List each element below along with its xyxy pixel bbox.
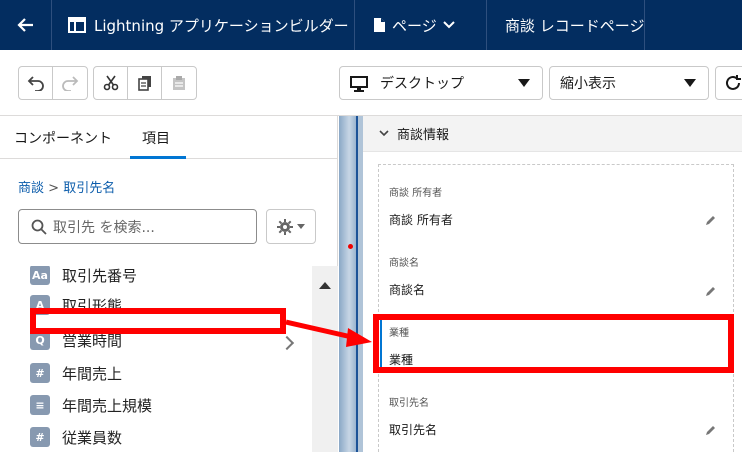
clipboard-icon bbox=[173, 76, 185, 90]
drop-marker bbox=[348, 244, 353, 249]
device-select[interactable]: デスクトップ bbox=[339, 66, 543, 100]
device-select-caret-icon bbox=[518, 79, 530, 87]
record-page-title-area: 商談 レコードページ bbox=[487, 0, 646, 50]
record-field-owner[interactable]: 商談 所有者 商談 所有者 bbox=[389, 184, 453, 228]
zoom-select-caret-icon bbox=[684, 79, 696, 87]
chevron-down-icon bbox=[297, 223, 305, 229]
page-menu-button[interactable]: ページ bbox=[355, 0, 487, 50]
record-field-value: 取引先名 bbox=[389, 423, 438, 437]
undo-button[interactable] bbox=[19, 67, 53, 99]
page-menu-label: ページ bbox=[392, 16, 437, 35]
zoom-select[interactable]: 縮小表示 bbox=[549, 66, 709, 100]
refresh-icon bbox=[726, 75, 741, 90]
field-list-item[interactable]: Aa 取引先番号 bbox=[30, 266, 137, 288]
field-list-item-label: 取引先番号 bbox=[62, 266, 138, 285]
search-icon bbox=[31, 219, 47, 235]
pencil-icon[interactable] bbox=[705, 214, 717, 226]
cut-button[interactable] bbox=[94, 67, 128, 99]
field-list-item-label: 年間売上規模 bbox=[62, 396, 153, 415]
back-arrow-icon bbox=[16, 18, 33, 32]
device-select-value: デスクトップ bbox=[380, 76, 464, 92]
breadcrumb-root-link[interactable]: 商談 bbox=[18, 181, 44, 196]
chevron-down-icon bbox=[442, 21, 455, 29]
record-field-value: 商談名 bbox=[389, 283, 426, 297]
canvas-margin-strip bbox=[339, 116, 356, 452]
record-field-label: 商談名 bbox=[389, 258, 419, 269]
app-builder-icon bbox=[68, 17, 86, 33]
left-panel: コンポーネント 項目 商談 > 取引先名 取引先 を検索... Aa 取引先番号… bbox=[0, 116, 338, 452]
annotation-arrow-icon bbox=[286, 319, 372, 347]
app-header: Lightning アプリケーションビルダー ページ 商談 レコードページ bbox=[0, 0, 742, 50]
active-tab-indicator bbox=[130, 156, 186, 159]
breadcrumb-separator: > bbox=[48, 181, 60, 196]
undo-redo-group bbox=[18, 66, 88, 100]
builder-toolbar: デスクトップ 縮小表示 bbox=[0, 50, 742, 116]
copy-icon bbox=[137, 76, 151, 91]
field-list-item[interactable]: # 年間売上 bbox=[30, 360, 122, 386]
app-title: Lightning アプリケーションビルダー bbox=[94, 16, 349, 35]
section-title: 商談情報 bbox=[397, 128, 450, 143]
field-list-item[interactable]: ≡ 年間売上規模 bbox=[30, 392, 152, 418]
copy-button[interactable] bbox=[128, 67, 162, 99]
text-field-icon: Aa bbox=[30, 266, 50, 285]
record-field-label: 取引先名 bbox=[389, 398, 429, 409]
canvas-divider bbox=[356, 116, 358, 452]
clipboard-group bbox=[93, 66, 197, 100]
field-list-item-label: 年間売上 bbox=[62, 364, 123, 383]
section-header[interactable]: 商談情報 bbox=[363, 116, 742, 152]
zoom-select-value: 縮小表示 bbox=[560, 76, 616, 92]
refresh-button[interactable] bbox=[715, 66, 742, 100]
desktop-icon bbox=[350, 76, 368, 92]
field-list: Aa 取引先番号 A 取引形態 Q 営業時間 # 年間売上 ≡ 年間売上規模 #… bbox=[0, 266, 312, 452]
redo-icon bbox=[62, 76, 79, 91]
record-page-title: 商談 レコードページ bbox=[505, 16, 645, 35]
left-panel-tabs: コンポーネント 項目 bbox=[0, 116, 338, 159]
chevron-down-icon bbox=[379, 129, 389, 136]
picklist-field-icon: ≡ bbox=[30, 395, 50, 415]
record-field-label: 商談 所有者 bbox=[389, 188, 443, 199]
scissors-icon bbox=[103, 75, 118, 91]
back-button[interactable] bbox=[0, 0, 52, 50]
tab-components[interactable]: コンポーネント bbox=[14, 128, 112, 148]
settings-menu-button[interactable] bbox=[266, 209, 316, 244]
number-field-icon: # bbox=[30, 363, 50, 383]
undo-icon bbox=[27, 76, 44, 91]
tab-fields[interactable]: 項目 bbox=[142, 128, 170, 148]
annotation-highlight-target bbox=[373, 314, 734, 373]
field-list-item-label: 従業員数 bbox=[62, 428, 123, 447]
breadcrumb: 商談 > 取引先名 bbox=[18, 177, 115, 196]
record-field-value: 商談 所有者 bbox=[389, 213, 453, 227]
record-field-account-name[interactable]: 取引先名 取引先名 bbox=[389, 394, 437, 438]
annotation-highlight-source bbox=[30, 308, 286, 334]
scroll-up-arrow-icon[interactable] bbox=[319, 282, 331, 289]
field-search-input[interactable]: 取引先 を検索... bbox=[18, 209, 257, 244]
breadcrumb-current-link[interactable]: 取引先名 bbox=[63, 181, 115, 196]
paste-button[interactable] bbox=[162, 67, 196, 99]
field-search-placeholder: 取引先 を検索... bbox=[53, 219, 155, 236]
app-title-area: Lightning アプリケーションビルダー bbox=[52, 0, 355, 50]
field-list-scrollbar[interactable] bbox=[312, 266, 338, 452]
redo-button[interactable] bbox=[53, 67, 87, 99]
record-field-opportunity-name[interactable]: 商談名 商談名 bbox=[389, 254, 425, 298]
pencil-icon[interactable] bbox=[705, 424, 717, 436]
pencil-icon[interactable] bbox=[705, 285, 717, 297]
number-field-icon: # bbox=[30, 427, 50, 447]
page-icon bbox=[374, 18, 385, 32]
field-list-item[interactable]: # 従業員数 bbox=[30, 424, 122, 450]
gear-icon bbox=[277, 218, 293, 235]
